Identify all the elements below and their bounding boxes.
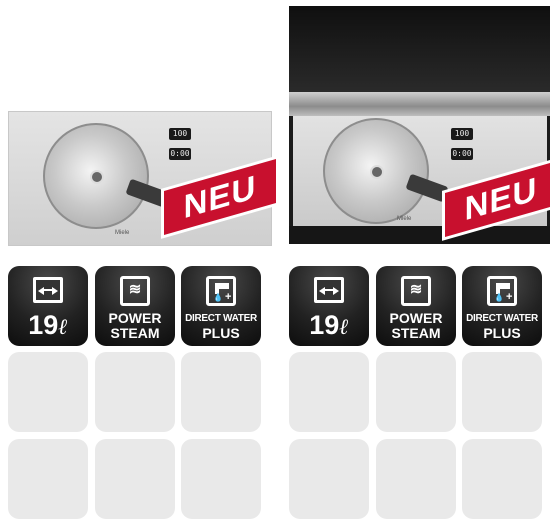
feature-placeholder-tile [376, 439, 456, 519]
plinth [289, 226, 550, 244]
capacity-value: 19 [28, 310, 59, 340]
brand-logo: Miele [397, 216, 412, 222]
oven-door [43, 123, 149, 229]
power-steam-line2: STEAM [391, 325, 441, 341]
power-steam-line1: POWER [389, 310, 443, 326]
feature-direct-water-tile[interactable]: 💧 + DIRECT WATER PLUS [181, 266, 261, 346]
feature-power-steam-tile[interactable]: ≋ POWER STEAM [95, 266, 175, 346]
oven-door [323, 118, 429, 224]
product-card-column: 100 0:00 Miele NEU 19ℓ ≋ POWER STEAM 💧 + D… [289, 0, 550, 519]
capacity-value: 19 [309, 310, 340, 340]
feature-placeholder-tile [289, 352, 369, 432]
feature-power-steam-tile[interactable]: ≋ POWER STEAM [376, 266, 456, 346]
power-steam-line2: STEAM [110, 325, 160, 341]
oven-display-bottom: 0:00 [169, 148, 191, 160]
power-steam-line1: POWER [108, 310, 162, 326]
feature-capacity-tile[interactable]: 19ℓ [289, 266, 369, 346]
direct-water-line1: DIRECT WATER [466, 313, 538, 324]
feature-placeholder-tile [8, 352, 88, 432]
direct-water-line1: DIRECT WATER [185, 313, 257, 324]
direct-water-line2: PLUS [483, 325, 521, 341]
product-card-builtin: 100 0:00 Miele NEU 19ℓ ≋ POWER STEAM 💧 + D… [8, 0, 278, 519]
water-tap-icon: 💧 + [206, 276, 236, 306]
feature-placeholder-tile [289, 439, 369, 519]
direct-water-line2: PLUS [202, 325, 240, 341]
capacity-unit: ℓ [58, 314, 68, 340]
feature-placeholder-tile [181, 352, 261, 432]
oven-display-top: 100 [169, 128, 191, 140]
vent-strip [289, 92, 550, 116]
feature-placeholder-tile [8, 439, 88, 519]
feature-placeholder-tile [95, 352, 175, 432]
feature-placeholder-tile [181, 439, 261, 519]
glass-panel [289, 6, 550, 92]
door-hub [370, 165, 384, 179]
water-tap-icon: 💧 + [487, 276, 517, 306]
capacity-unit: ℓ [339, 314, 349, 340]
capacity-arrows-icon [314, 277, 344, 303]
feature-direct-water-tile[interactable]: 💧 + DIRECT WATER PLUS [462, 266, 542, 346]
feature-placeholder-tile [376, 352, 456, 432]
door-hub [90, 170, 104, 184]
feature-placeholder-tile [462, 352, 542, 432]
steam-icon: ≋ [120, 276, 150, 306]
capacity-arrows-icon [33, 277, 63, 303]
feature-placeholder-tile [462, 439, 542, 519]
oven-display-top: 100 [451, 128, 473, 140]
brand-logo: Miele [115, 230, 130, 236]
feature-capacity-tile[interactable]: 19ℓ [8, 266, 88, 346]
feature-placeholder-tile [95, 439, 175, 519]
steam-icon: ≋ [401, 276, 431, 306]
oven-display-bottom: 0:00 [451, 148, 473, 160]
